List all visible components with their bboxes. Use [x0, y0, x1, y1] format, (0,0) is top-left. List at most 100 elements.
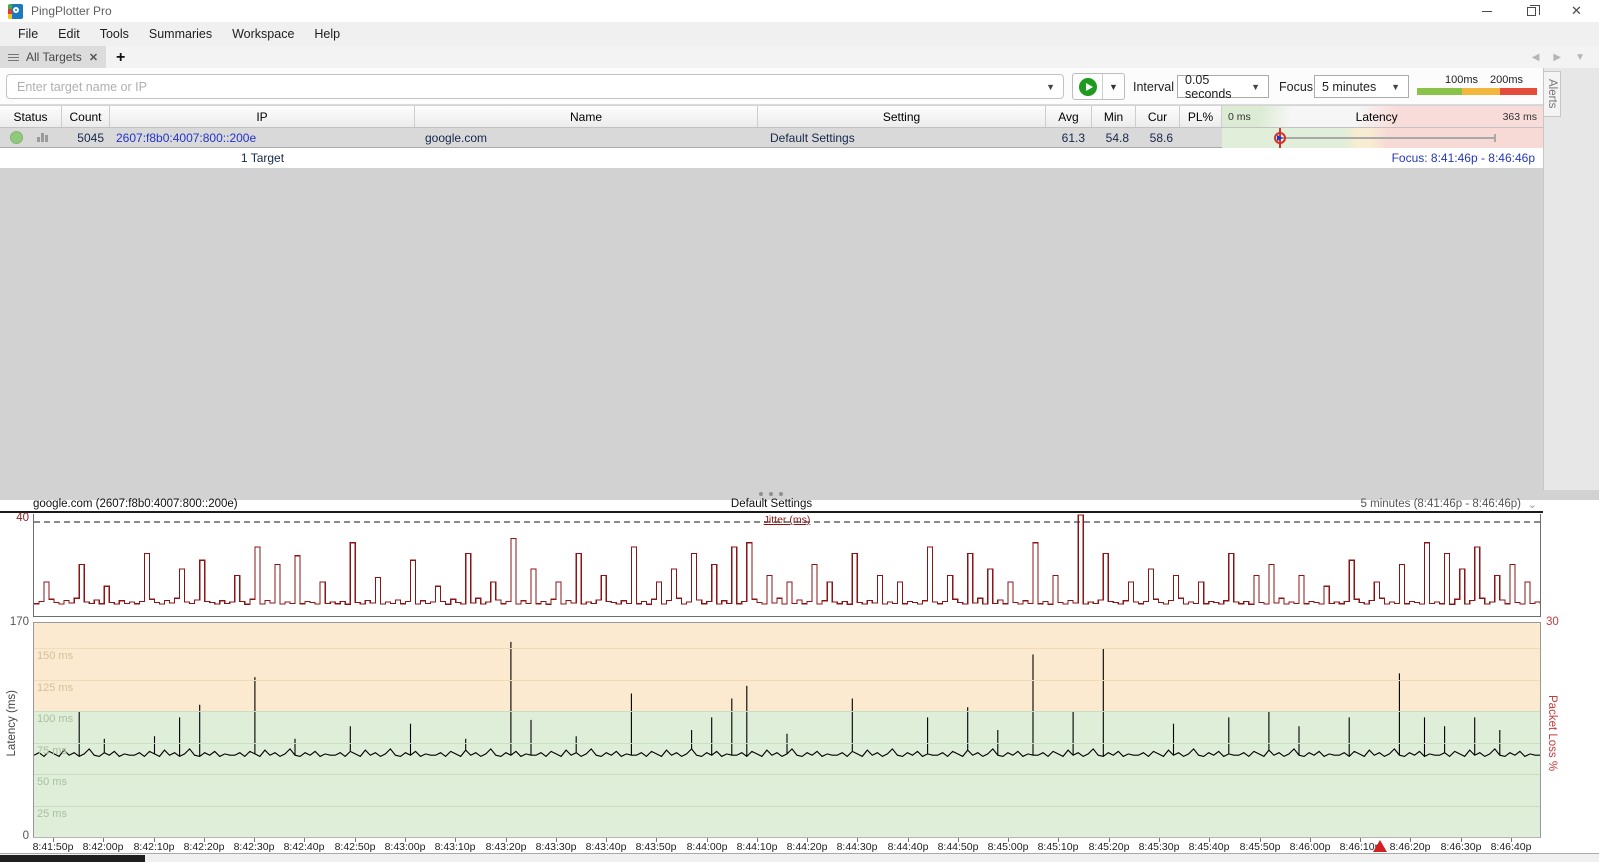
header-status[interactable]: Status — [0, 106, 62, 127]
latency-current-marker-icon — [1273, 131, 1286, 144]
latency-range-line — [1279, 136, 1497, 139]
avg-cell: 61.3 — [1061, 130, 1085, 145]
title-bar: PingPlotter Pro ✕ — [0, 0, 1599, 22]
time-label: 8:42:40p — [283, 841, 325, 853]
play-button[interactable] — [1073, 74, 1102, 99]
tab-label: All Targets — [26, 50, 82, 64]
play-icon — [1078, 77, 1097, 96]
latency-scale-labels: 100ms 200ms — [1417, 74, 1537, 86]
play-dropdown-icon[interactable]: ▼ — [1102, 74, 1124, 99]
gridline-label-125ms: 125 ms — [37, 682, 74, 694]
header-count[interactable]: Count — [62, 106, 110, 127]
latency-axis-title: Latency (ms) — [6, 690, 18, 757]
scale-100ms-label: 100ms — [1445, 74, 1479, 86]
interval-value: 0.05 seconds — [1185, 72, 1232, 101]
tab-scroll-left-icon[interactable]: ◀ — [1532, 52, 1540, 63]
menu-item-file[interactable]: File — [8, 24, 48, 44]
time-label: 8:43:40p — [585, 841, 627, 853]
latency-plot[interactable]: 150 ms 125 ms 100 ms 75 ms 50 ms 25 ms — [33, 622, 1541, 838]
target-dropdown-icon[interactable]: ▼ — [1038, 82, 1063, 92]
pl-cell — [1180, 128, 1222, 148]
time-label: 8:45:10p — [1037, 841, 1079, 853]
latency-series — [34, 641, 1540, 758]
header-name[interactable]: Name — [415, 106, 758, 127]
scale-200ms-label: 200ms — [1490, 74, 1524, 86]
latency-sparkline-cell[interactable] — [1222, 127, 1543, 148]
tab-list-icon[interactable]: ▼ — [1575, 52, 1585, 63]
time-label: 8:44:20p — [786, 841, 828, 853]
status-ok-icon — [10, 131, 23, 144]
tab-scroll-right-icon[interactable]: ▶ — [1553, 52, 1561, 63]
time-label: 8:42:50p — [334, 841, 376, 853]
graph-panel: google.com (2607:f8b0:4007:800::200e) De… — [0, 498, 1599, 854]
alerts-tab-label: Alerts — [1546, 79, 1558, 109]
latency-ymax-label: 170 — [9, 616, 29, 628]
time-label: 8:46:40p — [1490, 841, 1532, 853]
header-min[interactable]: Min — [1092, 106, 1136, 127]
latency-scale-widget[interactable]: 100ms 200ms — [1417, 74, 1537, 98]
alerts-tab[interactable]: Alerts — [1544, 71, 1561, 117]
menu-item-edit[interactable]: Edit — [48, 24, 90, 44]
header-setting[interactable]: Setting — [758, 106, 1046, 127]
chevron-down-icon[interactable]: ⌄ — [1528, 498, 1537, 511]
close-button[interactable]: ✕ — [1554, 0, 1599, 22]
minimize-button[interactable] — [1464, 0, 1509, 22]
count-cell: 5045 — [77, 130, 104, 145]
name-cell[interactable]: google.com — [415, 128, 758, 148]
graph-toggle-icon[interactable] — [37, 133, 48, 142]
interval-label: Interval — [1133, 80, 1174, 94]
time-label: 8:43:50p — [635, 841, 677, 853]
restore-button[interactable] — [1509, 0, 1554, 22]
time-label: 8:41:50p — [32, 841, 74, 853]
menu-bar: File Edit Tools Summaries Workspace Help — [0, 22, 1599, 46]
minimize-icon — [1481, 10, 1492, 12]
gridline-label-75ms: 75 ms — [37, 745, 67, 757]
ip-link[interactable]: 2607:f8b0:4007:800::200e — [110, 128, 415, 148]
latency-scale-bar[interactable] — [1417, 88, 1537, 95]
menu-item-workspace[interactable]: Workspace — [222, 24, 304, 44]
header-latency[interactable]: 0 ms Latency 363 ms — [1222, 106, 1543, 127]
gridline-100ms — [34, 711, 1540, 712]
header-cur[interactable]: Cur — [1136, 106, 1180, 127]
time-label: 8:43:10p — [434, 841, 476, 853]
splitter-drag-handle[interactable] — [759, 492, 783, 496]
gridline-label-150ms: 150 ms — [37, 650, 74, 662]
time-label: 8:43:00p — [384, 841, 426, 853]
menu-item-tools[interactable]: Tools — [90, 24, 139, 44]
target-count: 1 Target — [240, 151, 285, 165]
gridline-label-100ms: 100 ms — [37, 713, 74, 725]
target-input[interactable] — [7, 79, 1039, 94]
graph-range-selector[interactable]: 5 minutes (8:41:46p - 8:46:46p) — [1361, 498, 1521, 510]
time-label: 8:46:20p — [1389, 841, 1431, 853]
target-row[interactable]: 5045 2607:f8b0:4007:800::200e google.com… — [0, 127, 1543, 148]
tab-close-icon[interactable]: ✕ — [89, 51, 98, 64]
packetloss-ymax-label: 30 — [1546, 616, 1559, 628]
alert-marker-icon[interactable] — [1373, 840, 1387, 852]
time-label: 8:42:00p — [82, 841, 124, 853]
gridline-25ms — [34, 806, 1540, 807]
alerts-strip: Alerts — [1543, 68, 1599, 490]
menu-item-summaries[interactable]: Summaries — [139, 24, 222, 44]
header-avg[interactable]: Avg — [1046, 106, 1092, 127]
summary-line: 1 Target Focus: 8:41:46p - 8:46:46p — [0, 148, 1543, 168]
new-tab-button[interactable]: + — [116, 48, 125, 68]
time-label: 8:43:30p — [535, 841, 577, 853]
tab-nav: ◀ ▶ ▼ — [1532, 46, 1599, 68]
interval-select[interactable]: 0.05 seconds ▼ — [1177, 72, 1269, 101]
setting-cell[interactable]: Default Settings — [758, 128, 1046, 148]
gridline-75ms — [34, 743, 1540, 744]
focus-label: Focus — [1279, 80, 1314, 94]
time-label: 8:45:20p — [1088, 841, 1130, 853]
horizontal-scrollbar[interactable] — [0, 853, 1599, 862]
jitter-plot[interactable]: Jitter (ms) — [33, 514, 1541, 617]
latency-range-end-tick — [1494, 133, 1497, 142]
header-pl[interactable]: PL% — [1180, 106, 1222, 127]
gridline-150ms — [34, 648, 1540, 649]
tab-all-targets[interactable]: All Targets ✕ — [0, 46, 107, 68]
focus-select[interactable]: 5 minutes ▼ — [1314, 75, 1409, 98]
latency-scale-min: 0 ms — [1228, 110, 1251, 123]
menu-item-help[interactable]: Help — [304, 24, 350, 44]
header-ip[interactable]: IP — [110, 106, 415, 127]
hamburger-icon — [8, 53, 19, 61]
scrollbar-thumb[interactable] — [0, 855, 145, 862]
